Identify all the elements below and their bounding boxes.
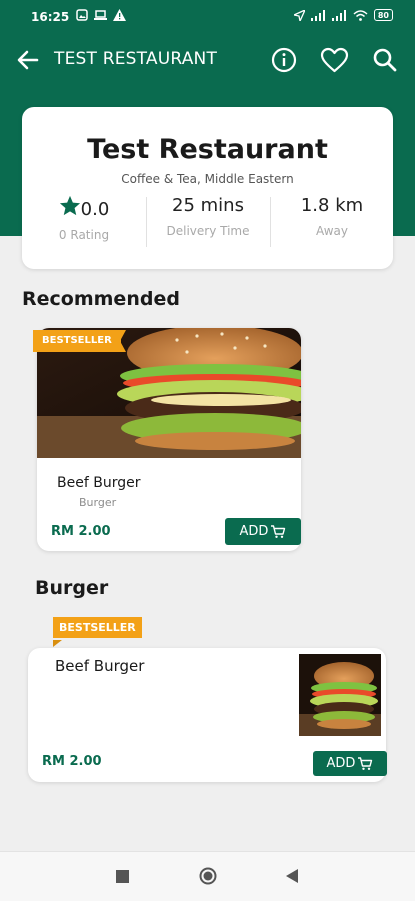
signal-icon <box>310 9 325 21</box>
nav-square-icon[interactable] <box>116 870 129 883</box>
cart-icon <box>271 525 286 538</box>
system-navigation-bar <box>0 851 415 901</box>
image-notification-icon <box>76 9 88 21</box>
restaurant-cuisine: Coffee & Tea, Middle Eastern <box>121 172 294 186</box>
battery-level: 80 <box>377 10 389 20</box>
rating-value: 0.0 <box>80 199 110 220</box>
badge-tail <box>120 330 126 352</box>
heart-icon[interactable] <box>320 47 349 73</box>
item-price: RM 2.00 <box>51 524 111 539</box>
delivery-time-value: 25 mins <box>172 195 244 216</box>
recommended-title: Recommended <box>22 288 180 310</box>
info-icon[interactable] <box>271 47 297 73</box>
nav-back-icon[interactable] <box>286 869 299 883</box>
burger-thumbnail <box>299 654 381 736</box>
back-arrow-icon[interactable] <box>15 48 41 72</box>
battery-icon: 80 <box>373 9 393 21</box>
add-to-cart-button[interactable]: ADD <box>225 518 301 545</box>
item-name: Beef Burger <box>55 657 145 675</box>
item-category: Burger <box>79 496 117 509</box>
restaurant-info-card: Test Restaurant Coffee & Tea, Middle Eas… <box>22 107 393 269</box>
location-arrow-icon <box>293 9 305 21</box>
rating-stat: 0.0 0 Rating <box>22 195 146 242</box>
add-to-cart-button[interactable]: ADD <box>313 751 387 776</box>
delivery-time-label: Delivery Time <box>166 224 250 238</box>
wifi-icon <box>353 9 368 21</box>
warning-icon <box>113 9 126 21</box>
add-label: ADD <box>326 756 356 771</box>
item-name: Beef Burger <box>57 475 141 491</box>
cart-icon <box>358 757 373 770</box>
star-icon <box>59 195 80 216</box>
page-title: TEST RESTAURANT <box>54 49 218 69</box>
signal-icon-2 <box>331 9 346 21</box>
restaurant-name: Test Restaurant <box>87 134 328 165</box>
search-icon[interactable] <box>372 47 398 73</box>
bestseller-badge: BESTSELLER <box>33 330 121 352</box>
burger-section-title: Burger <box>35 577 109 599</box>
top-app-bar: TEST RESTAURANT <box>0 34 415 86</box>
bestseller-badge: BESTSELLER <box>53 617 142 638</box>
distance-label: Away <box>316 224 348 238</box>
item-price: RM 2.00 <box>42 754 102 769</box>
badge-tail <box>53 640 62 647</box>
status-time: 16:25 <box>31 10 70 24</box>
distance-stat: 1.8 km Away <box>270 195 394 238</box>
delivery-time-stat: 25 mins Delivery Time <box>146 195 270 238</box>
nav-circle-icon[interactable] <box>199 867 217 885</box>
distance-value: 1.8 km <box>300 195 364 216</box>
add-label: ADD <box>239 524 269 539</box>
laptop-icon <box>94 10 107 20</box>
rating-label: 0 Rating <box>58 228 110 242</box>
status-bar: 16:25 80 <box>0 0 415 34</box>
